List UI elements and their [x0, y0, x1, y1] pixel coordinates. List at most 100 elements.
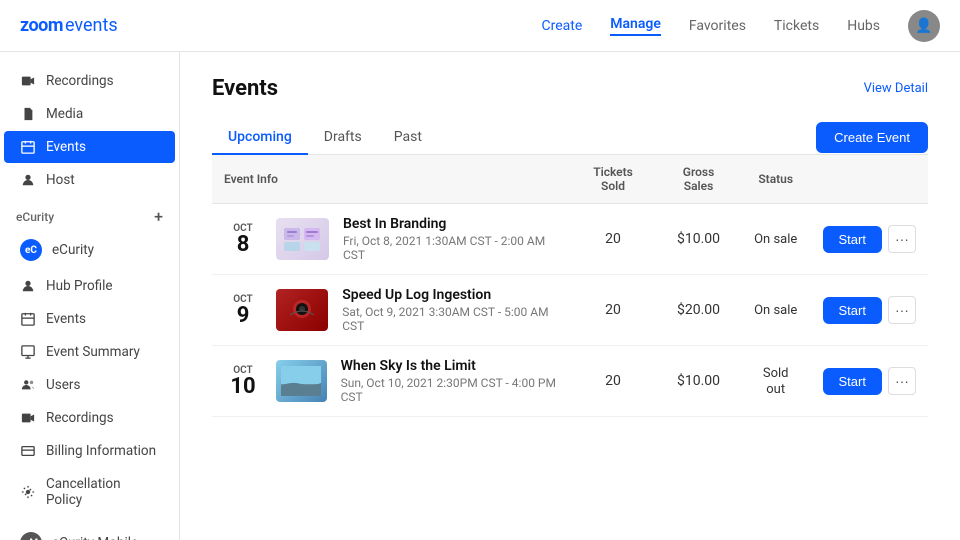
sidebar-item-ecurity-mobile-label: eCurity Mobile [52, 535, 138, 540]
sidebar-item-ecurity-label: eCurity [52, 242, 94, 258]
event-time: Sat, Oct 9, 2021 3:30AM CST - 5:00 AM CS… [342, 305, 558, 333]
gross-sales-value: $10.00 [677, 373, 720, 389]
col-gross-sales: Gross Sales [656, 155, 741, 204]
sidebar-item-ecurity-events[interactable]: Events [4, 303, 175, 335]
layout: Recordings Media Events Host eCurity + [0, 52, 960, 540]
billing-icon [20, 443, 36, 459]
user-icon-2 [20, 278, 36, 294]
more-options-button[interactable]: ··· [888, 296, 916, 324]
main-content: Events View Detail Upcoming Drafts Past … [180, 52, 960, 540]
event-date: OCT 8 [224, 223, 262, 256]
sidebar-item-event-summary[interactable]: Event Summary [4, 336, 175, 368]
ecurity-mobile-hub-icon: eM [20, 532, 42, 540]
event-day: 10 [224, 376, 262, 398]
logo: zoomevents [20, 15, 118, 36]
start-button[interactable]: Start [823, 226, 882, 253]
nav-create[interactable]: Create [541, 18, 582, 34]
event-day: 9 [224, 305, 262, 327]
row-actions: Start ··· [823, 367, 916, 395]
sidebar-item-cancellation[interactable]: Cancellation Policy [4, 468, 175, 516]
create-event-button[interactable]: Create Event [816, 122, 928, 153]
status-badge: On sale [754, 303, 797, 318]
event-day: 8 [224, 234, 262, 256]
video-icon-2 [20, 410, 36, 426]
add-hub-button[interactable]: + [154, 207, 163, 226]
header: zoomevents Create Manage Favorites Ticke… [0, 0, 960, 52]
tab-upcoming[interactable]: Upcoming [212, 121, 308, 155]
ecurity-hub-icon: eC [20, 239, 42, 261]
status-badge: Sold out [763, 366, 789, 397]
nav-manage[interactable]: Manage [610, 16, 661, 36]
row-actions: Start ··· [823, 296, 916, 324]
more-options-button[interactable]: ··· [888, 225, 916, 253]
event-row-info: OCT 9 Speed Up Log Ingestion Sat, Oct 9,… [224, 287, 558, 333]
gross-sales-value: $10.00 [677, 231, 720, 247]
logo-zoom: zoom [20, 15, 63, 36]
more-options-button[interactable]: ··· [888, 367, 916, 395]
users-icon [20, 377, 36, 393]
file-icon [20, 106, 36, 122]
event-date: OCT 10 [224, 365, 262, 398]
sidebar-item-events-label: Events [46, 139, 86, 155]
user-icon [20, 172, 36, 188]
sidebar: Recordings Media Events Host eCurity + [0, 52, 180, 540]
sidebar-item-events[interactable]: Events [4, 131, 175, 163]
sidebar-item-host-label: Host [46, 172, 75, 188]
sidebar-item-users[interactable]: Users [4, 369, 175, 401]
table-row: OCT 8 Best In Branding Fri, Oct 8, 2021 … [212, 204, 928, 275]
event-thumbnail [276, 360, 327, 402]
events-table: Event Info Tickets Sold Gross Sales Stat… [212, 155, 928, 417]
start-button[interactable]: Start [823, 368, 882, 395]
gross-sales-value: $20.00 [677, 302, 720, 318]
sidebar-item-billing-label: Billing Information [46, 443, 156, 459]
sidebar-item-ecurity[interactable]: eC eCurity [4, 231, 175, 269]
tab-drafts[interactable]: Drafts [308, 121, 378, 155]
event-thumbnail [276, 218, 329, 260]
event-details: Best In Branding Fri, Oct 8, 2021 1:30AM… [343, 216, 558, 262]
tickets-sold-value: 20 [605, 373, 621, 389]
status-badge: On sale [754, 232, 797, 247]
col-status: Status [741, 155, 811, 204]
row-actions: Start ··· [823, 225, 916, 253]
sidebar-item-ecurity-events-label: Events [46, 311, 86, 327]
sidebar-item-ecurity-mobile[interactable]: eM eCurity Mobile [4, 524, 175, 540]
sidebar-item-users-label: Users [46, 377, 80, 393]
page-title: Events [212, 76, 278, 101]
sidebar-item-recordings-2[interactable]: Recordings [4, 402, 175, 434]
calendar-icon-2 [20, 311, 36, 327]
nav-favorites[interactable]: Favorites [689, 18, 746, 34]
events-tabs: Upcoming Drafts Past Create Event [212, 121, 928, 155]
sidebar-item-recordings[interactable]: Recordings [4, 65, 175, 97]
event-name: Speed Up Log Ingestion [342, 287, 558, 303]
event-name: When Sky Is the Limit [341, 358, 558, 374]
event-row-info: OCT 10 When Sky Is the Limit Sun, Oct 10… [224, 358, 558, 404]
settings-icon [20, 484, 36, 500]
event-details: Speed Up Log Ingestion Sat, Oct 9, 2021 … [342, 287, 558, 333]
page-header: Events View Detail [212, 76, 928, 101]
sidebar-item-hub-profile-1[interactable]: Hub Profile [4, 270, 175, 302]
table-row: OCT 9 Speed Up Log Ingestion Sat, Oct 9,… [212, 275, 928, 346]
event-date: OCT 9 [224, 294, 262, 327]
event-row-info: OCT 8 Best In Branding Fri, Oct 8, 2021 … [224, 216, 558, 262]
tab-list: Upcoming Drafts Past [212, 121, 438, 154]
sidebar-item-recordings-2-label: Recordings [46, 410, 114, 426]
sidebar-item-billing[interactable]: Billing Information [4, 435, 175, 467]
sidebar-item-host[interactable]: Host [4, 164, 175, 196]
sidebar-section-ecurity: eCurity + [0, 197, 179, 230]
table-row: OCT 10 When Sky Is the Limit Sun, Oct 10… [212, 346, 928, 417]
col-tickets-sold: Tickets Sold [570, 155, 656, 204]
sidebar-item-cancellation-label: Cancellation Policy [46, 476, 159, 508]
nav-tickets[interactable]: Tickets [774, 18, 819, 34]
view-detail-link[interactable]: View Detail [864, 81, 928, 96]
video-icon [20, 73, 36, 89]
calendar-icon [20, 139, 36, 155]
tab-past[interactable]: Past [378, 121, 438, 155]
event-time: Sun, Oct 10, 2021 2:30PM CST - 4:00 PM C… [341, 376, 558, 404]
start-button[interactable]: Start [823, 297, 882, 324]
sidebar-item-media[interactable]: Media [4, 98, 175, 130]
logo-events: events [65, 15, 118, 36]
event-name: Best In Branding [343, 216, 558, 232]
avatar[interactable]: 👤 [908, 10, 940, 42]
nav-hubs[interactable]: Hubs [847, 18, 880, 34]
event-time: Fri, Oct 8, 2021 1:30AM CST - 2:00 AM CS… [343, 234, 558, 262]
